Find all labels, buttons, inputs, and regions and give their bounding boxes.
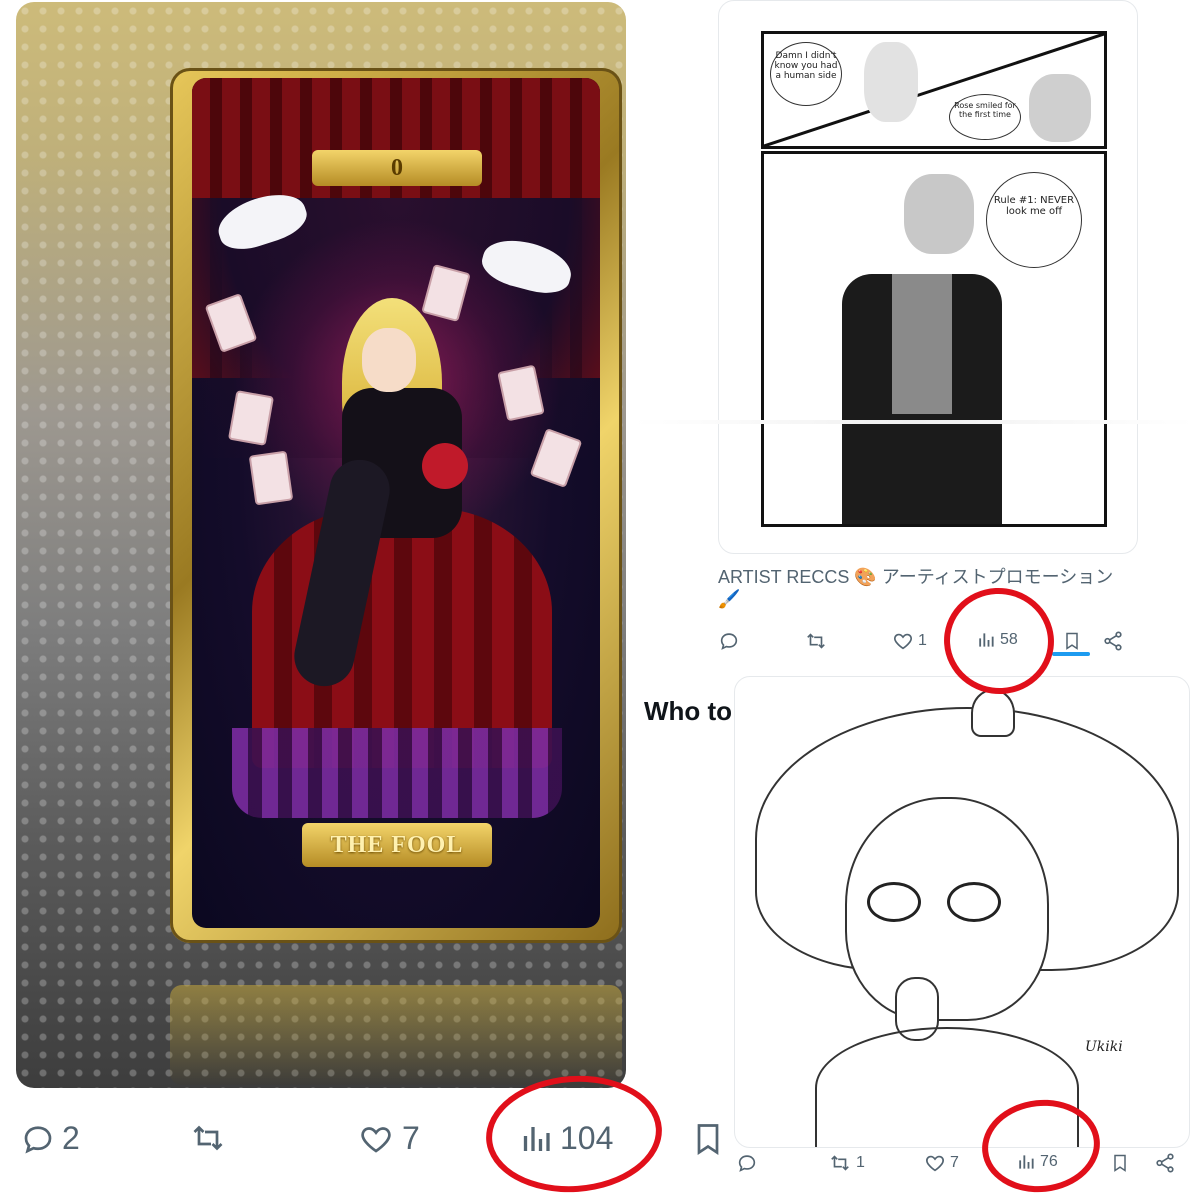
who-to-follow-heading: Who to	[644, 696, 733, 726]
like-icon	[361, 1126, 391, 1153]
bookmark-button[interactable]	[1110, 1152, 1130, 1174]
like-icon	[926, 1155, 944, 1172]
repost-button[interactable]	[186, 1120, 230, 1156]
comic-image[interactable]: Damn I didn't know you had a human side …	[718, 0, 1138, 554]
share-icon	[1104, 631, 1122, 651]
comic-panel-main: Rule #1: NEVER look me off	[761, 151, 1107, 527]
reply-button[interactable]	[718, 630, 740, 652]
bookmark-icon	[1066, 632, 1078, 650]
speech-bubble: Damn I didn't know you had a human side	[770, 42, 842, 106]
repost-icon	[193, 1125, 223, 1151]
bookmark-button[interactable]	[690, 1118, 726, 1160]
reply-icon	[24, 1125, 52, 1153]
repost-button[interactable]: 1	[828, 1152, 865, 1174]
post-text: ARTIST RECCS 🎨 アーティストプロモーション 🖌️	[718, 567, 1114, 609]
tarot-card-art: 0 THE FOOL	[192, 78, 600, 928]
sketch-eye-left	[867, 882, 921, 922]
share-button[interactable]	[1154, 1152, 1176, 1174]
like-count: 7	[950, 1154, 959, 1171]
playing-card	[248, 450, 294, 506]
character-shirt	[892, 274, 952, 414]
red-creature	[422, 443, 468, 489]
repost-button[interactable]	[804, 630, 828, 652]
like-count: 1	[918, 632, 927, 649]
bookmark-button[interactable]	[1062, 630, 1082, 652]
like-icon	[894, 633, 912, 650]
artist-signature: Ukiki	[1085, 1039, 1123, 1055]
repost-icon	[831, 1155, 849, 1171]
card-reflection	[170, 985, 622, 1085]
share-button[interactable]	[1102, 630, 1124, 652]
galaxy-drips	[232, 728, 562, 818]
sketch-crown	[971, 689, 1015, 737]
like-button[interactable]: 1	[892, 630, 927, 652]
character-sketch	[1029, 74, 1091, 142]
comic-panel-top: Damn I didn't know you had a human side …	[761, 31, 1107, 149]
like-button[interactable]: 7	[924, 1152, 959, 1174]
speech-bubble: Rule #1: NEVER look me off	[986, 172, 1082, 268]
active-indicator	[1052, 652, 1090, 656]
reply-count: 2	[62, 1120, 80, 1156]
bookmark-icon	[1114, 1154, 1126, 1172]
screenshot-seam	[634, 420, 1194, 424]
sketch-eye-right	[947, 882, 1001, 922]
sketch-image[interactable]: Ukiki	[734, 676, 1190, 1148]
bookmark-icon	[697, 1124, 719, 1156]
repost-icon	[807, 633, 825, 649]
like-count: 7	[402, 1120, 420, 1156]
figure-face	[362, 328, 416, 392]
character-sketch	[864, 42, 918, 122]
card-number-banner: 0	[312, 150, 482, 186]
repost-count: 1	[856, 1154, 865, 1171]
share-icon	[1156, 1153, 1174, 1173]
card-title-banner: THE FOOL	[302, 823, 492, 867]
reply-button[interactable]: 2	[20, 1120, 80, 1157]
speech-bubble: Rose smiled for the first time	[949, 94, 1021, 140]
reply-icon	[738, 1155, 756, 1172]
character-head	[904, 174, 974, 254]
reply-icon	[720, 633, 738, 650]
red-annotation-circle	[482, 1070, 666, 1198]
like-button[interactable]: 7	[356, 1120, 420, 1157]
reply-button[interactable]	[736, 1152, 758, 1174]
